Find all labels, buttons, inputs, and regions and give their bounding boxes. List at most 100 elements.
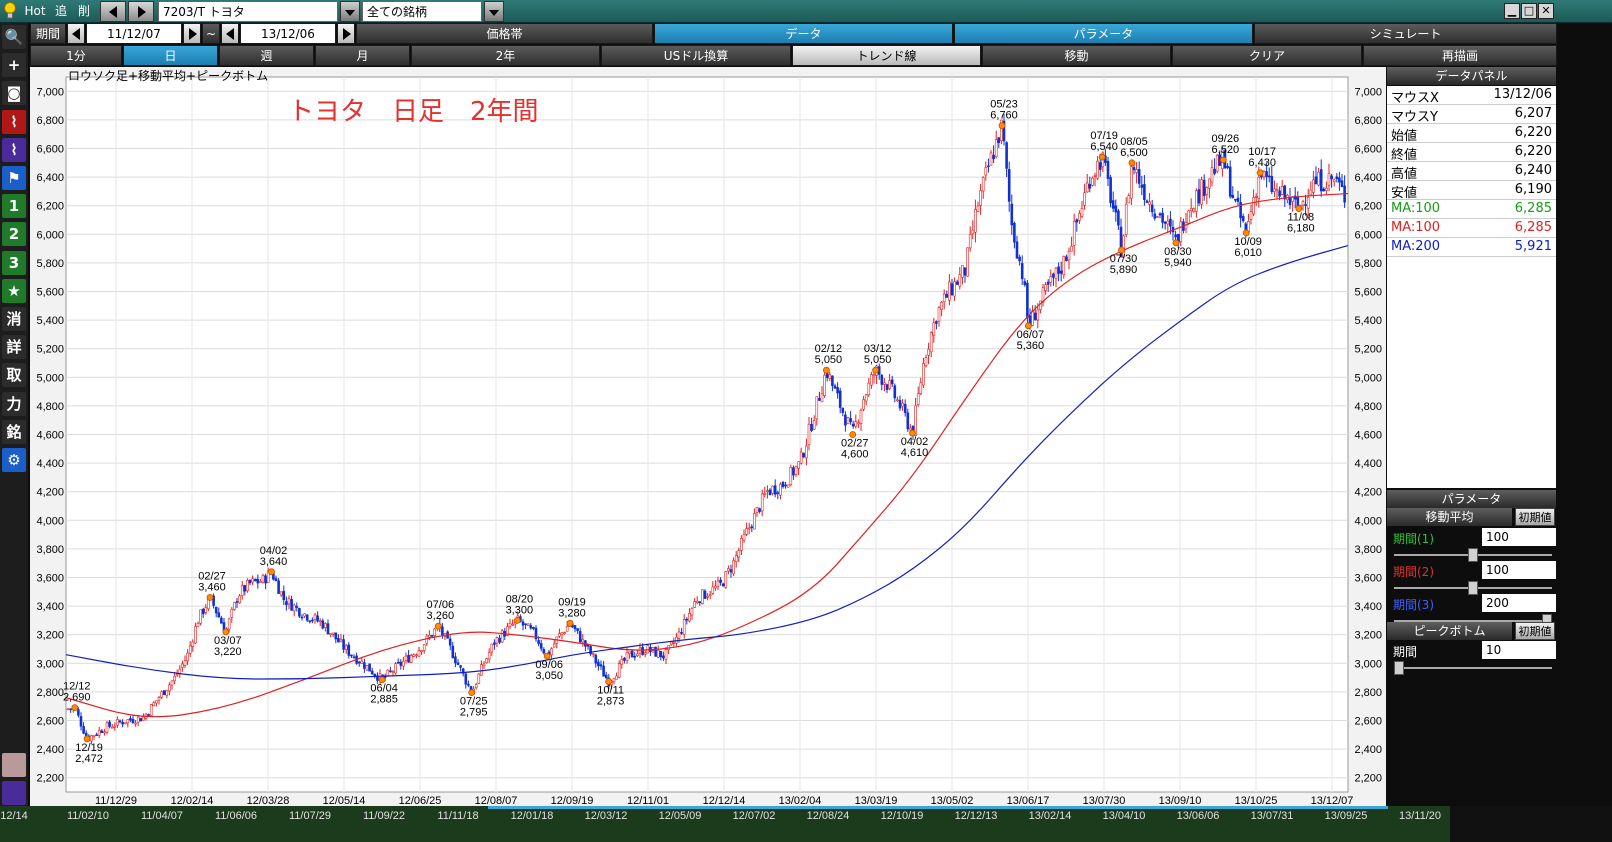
candle-body [1148,201,1151,205]
chart-thumb-icon[interactable] [2,753,26,777]
erase-icon[interactable]: 消 [2,307,26,331]
tab-price-range[interactable]: 価格帯 [356,23,653,44]
delete-button[interactable]: 削 [75,1,93,22]
universe-select[interactable]: 全ての銘柄 [362,1,482,22]
span-1min[interactable]: 1分 [30,45,122,66]
peak-marker[interactable] [268,568,275,576]
maximize-button[interactable]: □ [1521,3,1537,19]
symbol-dropdown-button[interactable] [340,1,360,22]
strip-date-label: 11/11/18 [437,810,478,822]
slider-thumb[interactable] [1468,581,1478,595]
peak-marker[interactable] [566,619,574,627]
peak-marker[interactable] [998,122,1006,130]
camera-icon[interactable]: ◙ [2,81,26,106]
preset-1-icon[interactable]: 1 [2,194,26,219]
chart-multi-icon[interactable]: ⌇ [2,137,26,162]
move-button[interactable]: 移動 [982,45,1171,66]
stock-icon[interactable]: 銘 [2,419,26,444]
candle-body [1137,169,1141,184]
param-value-input[interactable]: 100 [1482,561,1556,579]
strip-date-label: 11/04/07 [141,810,183,822]
peak-marker[interactable] [1219,156,1227,164]
candle-body [1057,266,1060,274]
peak-marker[interactable] [823,366,830,374]
slider-thumb[interactable] [1468,548,1478,562]
preset-2-icon[interactable]: 2 [2,222,26,247]
ma-reset-button[interactable]: 初期値 [1515,508,1555,526]
next-symbol-button[interactable] [128,1,154,22]
peak-marker[interactable] [1098,153,1106,161]
to-date-next-button[interactable] [337,23,355,44]
span-day[interactable]: 日 [123,45,218,66]
strip-selection-bar[interactable] [488,806,1388,809]
candle-body [1179,221,1183,242]
power-icon[interactable]: 力 [2,391,26,416]
candle-body [1054,267,1058,279]
slider-thumb[interactable] [1394,661,1404,675]
add-button[interactable]: 追 [52,1,70,22]
y-tick-label-right: 2,400 [1354,744,1382,756]
tab-parameter[interactable]: パラメータ [954,23,1253,44]
candle-body [214,606,218,614]
param-value-input[interactable]: 200 [1482,594,1556,612]
settings-icon[interactable]: ⚙ [2,448,26,472]
bottom-date-strip[interactable]: 12/14 11/02/10 11/04/07 11/06/06 11/07/29 11/… [0,806,1612,842]
peak-marker[interactable] [872,366,879,374]
data-panel-value: 6,240 [1514,163,1552,178]
bulb-icon[interactable] [2,1,18,22]
take-icon[interactable]: 取 [2,363,26,388]
chart-thumb2-icon[interactable] [2,781,26,805]
universe-dropdown-button[interactable] [484,1,504,22]
usd-convert-button[interactable]: USドル換算 [601,45,791,66]
star-icon[interactable]: ★ [2,278,26,303]
candle-body [136,716,140,723]
prev-symbol-button[interactable] [100,1,126,22]
tab-data[interactable]: データ [654,23,953,44]
preset-3-icon[interactable]: 3 [2,250,26,275]
pb-reset-button[interactable]: 初期値 [1515,622,1555,640]
param-slider[interactable] [1394,660,1552,676]
span-2year[interactable]: 2年 [411,45,600,66]
peak-marker[interactable] [206,594,214,601]
detail-icon[interactable]: 詳 [2,335,26,360]
from-date-prev-button[interactable] [67,23,85,44]
to-date-input[interactable]: 13/12/06 [240,23,336,44]
param-value-input[interactable]: 10 [1482,641,1556,659]
candle-body [612,678,616,683]
flag-icon[interactable]: ⚑ [2,166,26,190]
candle-body [464,673,468,685]
from-date-next-button[interactable] [183,23,201,44]
trend-line-button[interactable]: トレンド線 [792,45,981,66]
candle-body [529,625,533,629]
redraw-button[interactable]: 再描画 [1363,45,1557,66]
zoom-icon[interactable]: 🔍 [2,25,26,49]
to-date-prev-button[interactable] [221,23,239,44]
close-button[interactable]: ✕ [1538,3,1554,19]
crosshair-icon[interactable]: + [2,53,26,78]
span-month[interactable]: 月 [315,45,410,66]
price-chart[interactable]: 2,200 2,200 2,400 2,400 2,600 2,600 2,800 2,800… [30,67,1386,842]
candle-body [867,382,871,396]
symbol-input[interactable]: 7203/T トヨタ [158,1,338,22]
strip-date-label: 12/12/13 [955,810,998,822]
minimize-button[interactable]: ▁ [1504,3,1520,19]
candle-body [526,623,530,626]
chart-line-icon[interactable]: ⌇ [2,109,26,134]
candle-body [425,635,429,644]
candle-body [849,418,852,423]
strip-date-label: 11/09/22 [363,810,405,822]
peak-marker[interactable] [434,622,442,630]
data-panel-key: MA:100 [1391,201,1441,216]
peak-marker[interactable] [1128,159,1136,167]
hot-button[interactable]: Hot [22,1,48,22]
from-date-input[interactable]: 11/12/07 [86,23,182,44]
span-week[interactable]: 週 [219,45,314,66]
peak-marker[interactable] [1256,169,1264,177]
clear-button[interactable]: クリア [1172,45,1362,66]
peak-marker[interactable] [513,617,521,624]
tab-simulate[interactable]: シミュレート [1254,23,1557,44]
candle-body [1117,210,1120,226]
param-value-input[interactable]: 100 [1482,528,1556,546]
chart-area[interactable]: 2,200 2,200 2,400 2,400 2,600 2,600 2,800 2,800… [30,67,1386,842]
peak-marker[interactable] [71,704,79,712]
